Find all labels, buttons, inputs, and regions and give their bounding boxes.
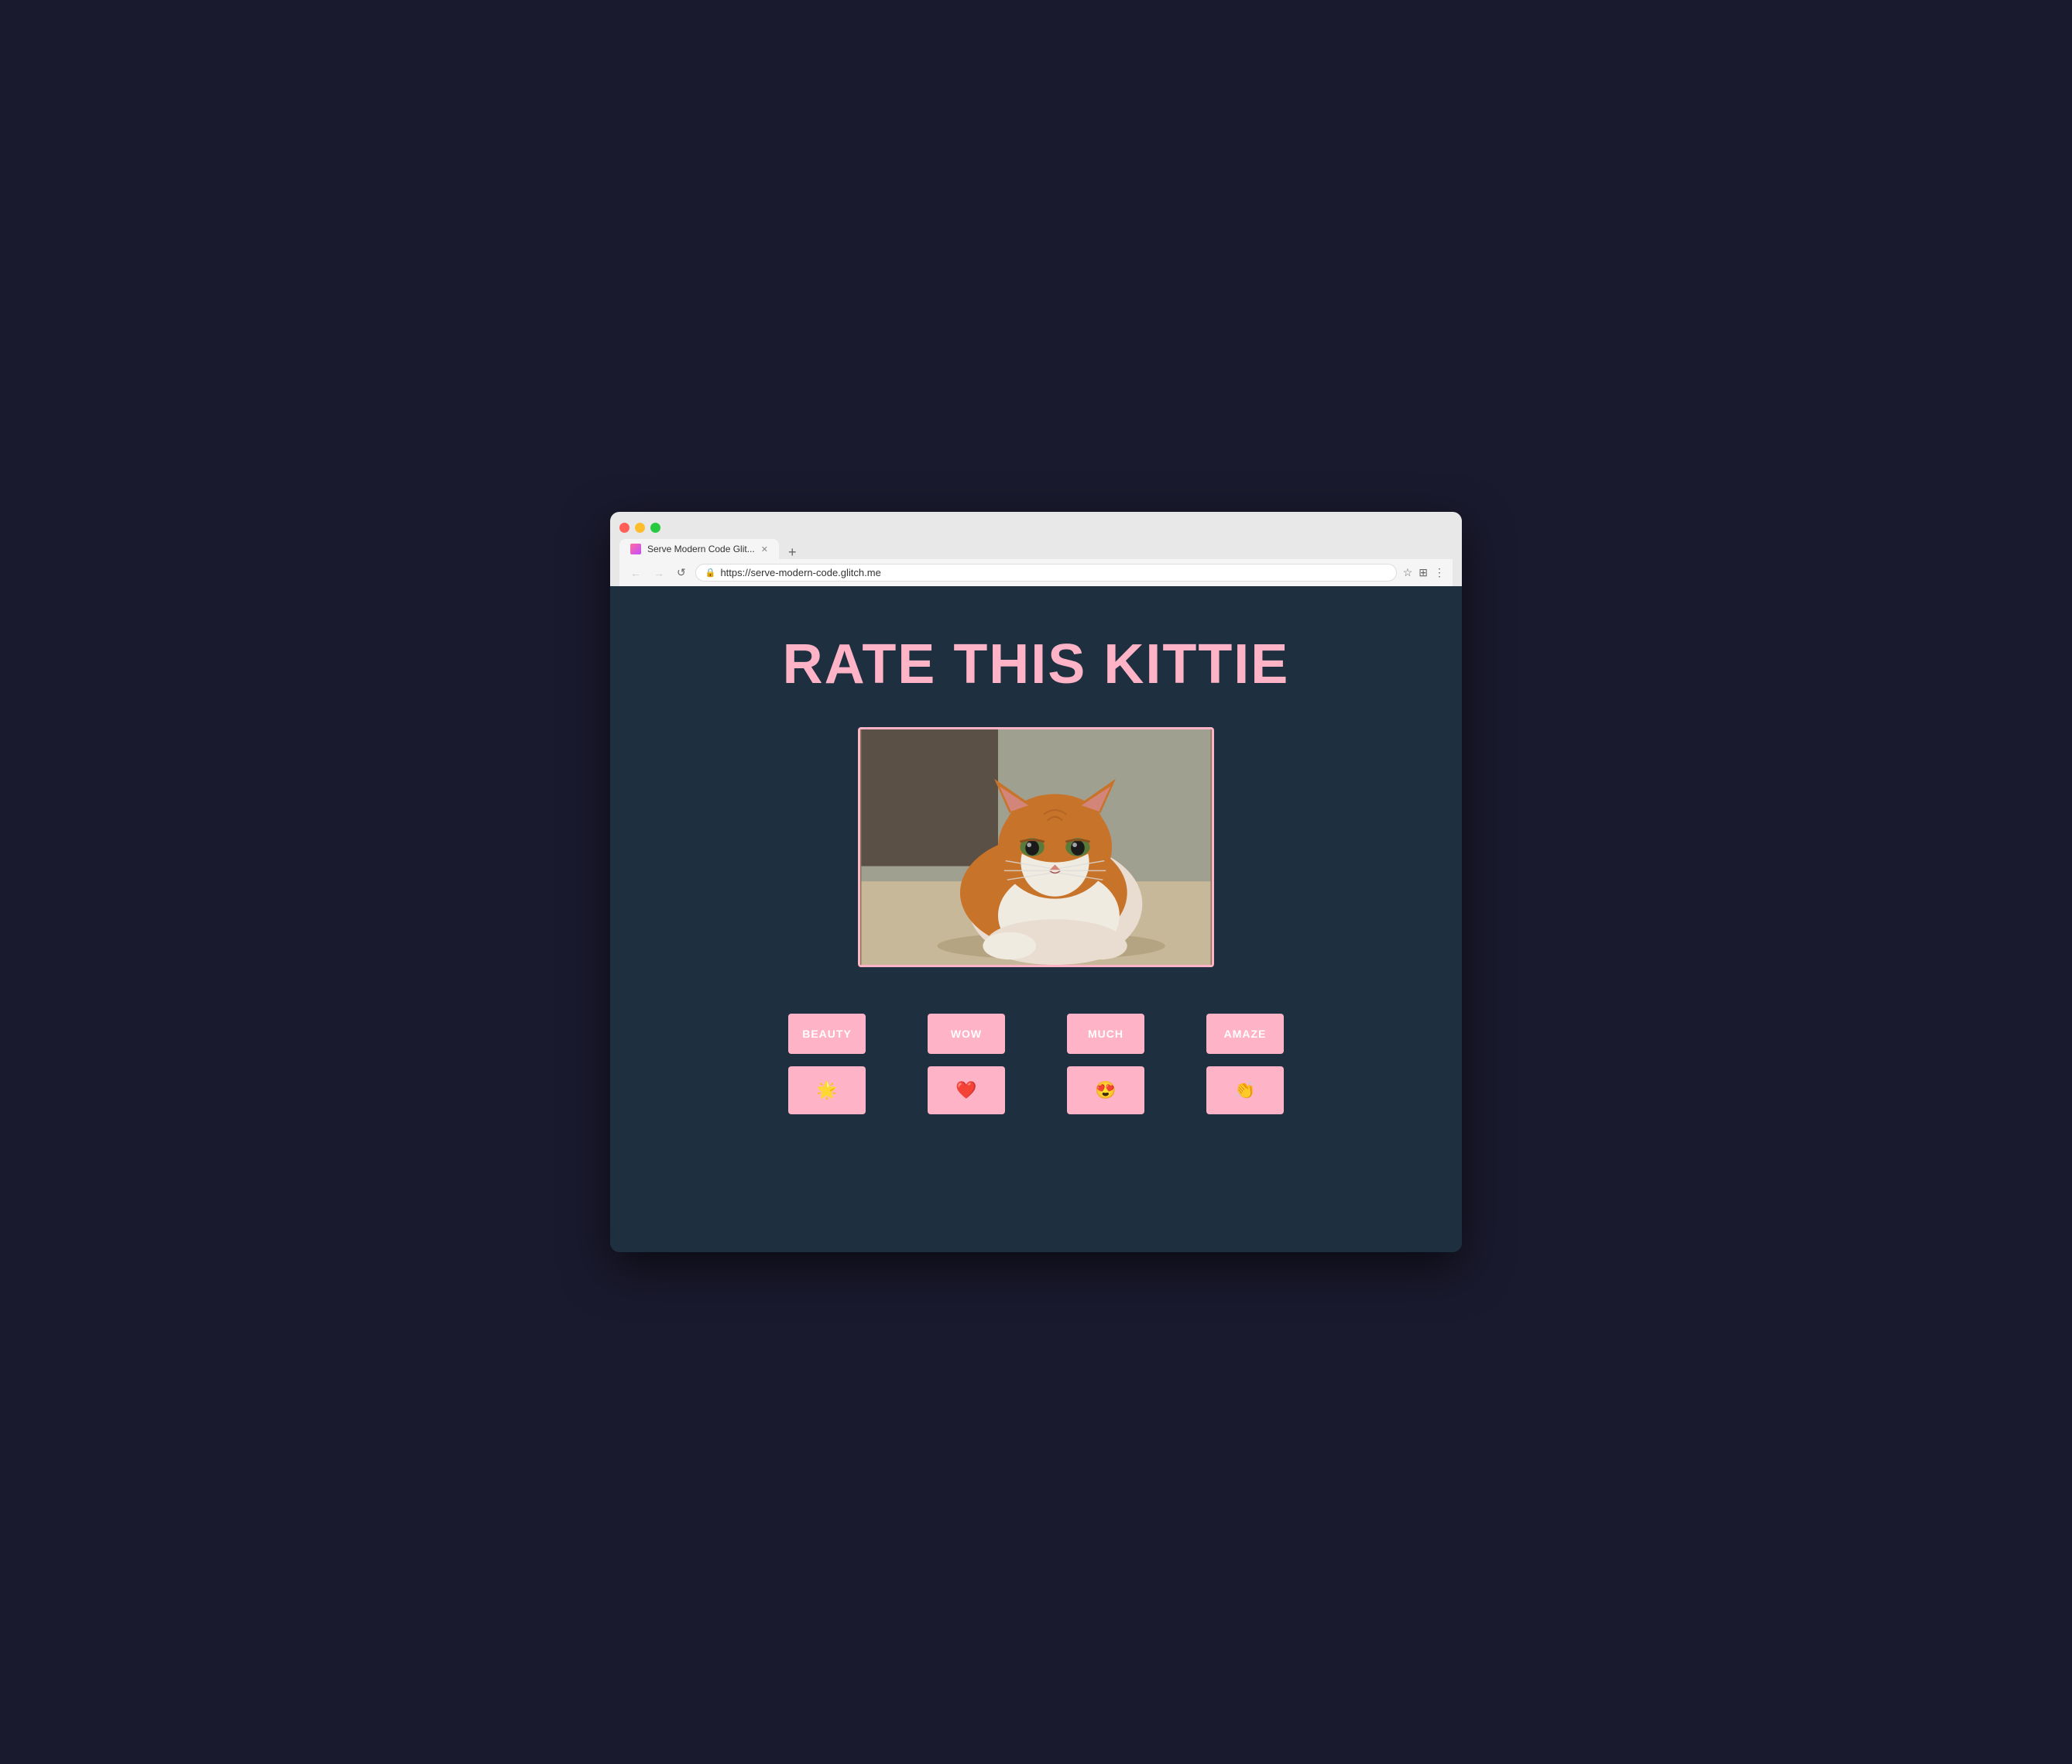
maximize-button[interactable]	[650, 523, 660, 533]
heart-eyes-emoji-button[interactable]: 😍	[1067, 1066, 1144, 1114]
close-button[interactable]	[619, 523, 629, 533]
tab-close-icon[interactable]: ✕	[761, 544, 768, 554]
extensions-icon[interactable]: ⊞	[1418, 566, 1428, 579]
toolbar-icons: ☆ ⊞ ⋮	[1403, 566, 1445, 579]
lock-icon: 🔒	[705, 568, 716, 578]
wow-button[interactable]: WOW	[928, 1014, 1005, 1054]
back-button[interactable]: ←	[627, 565, 644, 581]
browser-chrome: Serve Modern Code Glit... ✕ + ← → ↺ 🔒 ht…	[610, 512, 1462, 586]
much-button[interactable]: MUCH	[1067, 1014, 1144, 1054]
active-tab[interactable]: Serve Modern Code Glit... ✕	[619, 539, 779, 559]
url-text: https://serve-modern-code.glitch.me	[720, 567, 880, 578]
amaze-button[interactable]: AMAZE	[1206, 1014, 1284, 1054]
rating-buttons-grid: BEAUTY WOW MUCH AMAZE 🌟 ❤️ 😍 👏	[788, 1014, 1284, 1114]
tab-bar: Serve Modern Code Glit... ✕ +	[619, 539, 1453, 559]
address-bar: ← → ↺ 🔒 https://serve-modern-code.glitch…	[619, 559, 1453, 586]
page-title: RATE THIS KITTIE	[783, 633, 1290, 696]
tab-title-label: Serve Modern Code Glit...	[647, 544, 755, 554]
beauty-button[interactable]: BEAUTY	[788, 1014, 866, 1054]
minimize-button[interactable]	[635, 523, 645, 533]
tab-favicon	[630, 544, 641, 554]
sparkle-emoji-button[interactable]: 🌟	[788, 1066, 866, 1114]
cat-image	[860, 729, 1212, 965]
heart-emoji-button[interactable]: ❤️	[928, 1066, 1005, 1114]
browser-window: Serve Modern Code Glit... ✕ + ← → ↺ 🔒 ht…	[610, 512, 1462, 1252]
cat-image-container	[858, 727, 1214, 967]
new-tab-button[interactable]: +	[782, 545, 803, 559]
reload-button[interactable]: ↺	[674, 565, 689, 581]
traffic-lights	[619, 520, 1453, 539]
url-field[interactable]: 🔒 https://serve-modern-code.glitch.me	[695, 564, 1397, 582]
clap-emoji-button[interactable]: 👏	[1206, 1066, 1284, 1114]
bookmark-icon[interactable]: ☆	[1403, 566, 1413, 579]
page-content: RATE THIS KITTIE	[610, 586, 1462, 1252]
menu-icon[interactable]: ⋮	[1434, 566, 1445, 579]
forward-button[interactable]: →	[650, 565, 667, 581]
